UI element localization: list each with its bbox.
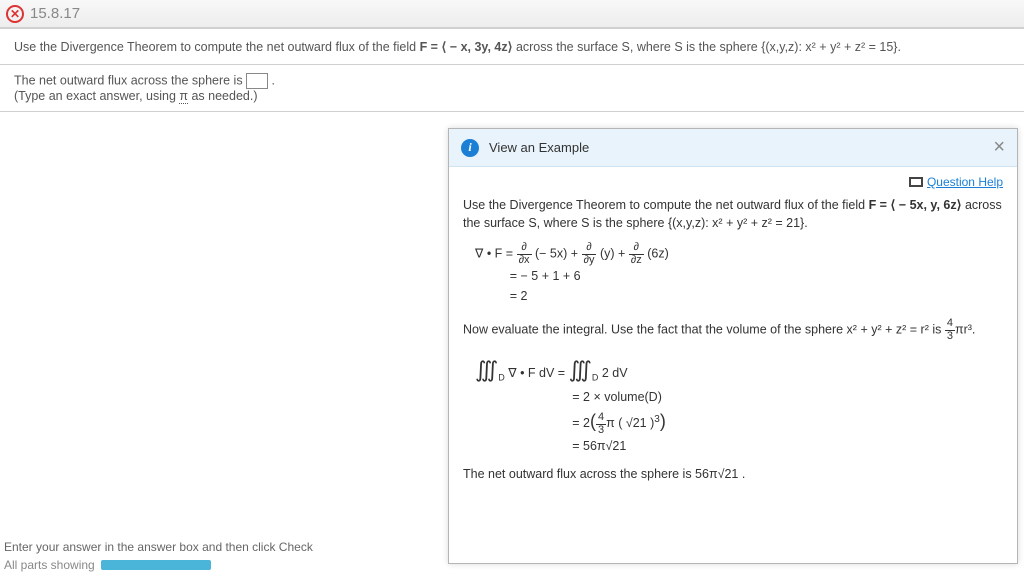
d-dz: ∂∂z	[629, 242, 644, 266]
four-thirds: 43	[945, 318, 955, 342]
section-number: 15.8.17	[30, 5, 80, 22]
popup-header: i View an Example ×	[449, 129, 1017, 167]
response-block: The net outward flux across the sphere i…	[0, 65, 1024, 112]
popup-title: View an Example	[489, 140, 589, 155]
four-thirds2: 43	[596, 412, 606, 436]
integral-lhs: ∇ • F dV =	[508, 366, 568, 380]
integral-rhs: 2 dV	[602, 366, 628, 380]
divergence-computation: ∇ • F = ∂∂x (− 5x) + ∂∂y (y) + ∂∂z (6z) …	[463, 238, 1003, 310]
div-simp1: = − 5 + 1 + 6	[510, 269, 581, 283]
int-step1: = 2 × volume(D)	[572, 390, 662, 404]
question-text-block: Use the Divergence Theorem to compute th…	[0, 28, 1024, 65]
popup-body: Question Help Use the Divergence Theorem…	[449, 167, 1017, 504]
question-suffix: .	[897, 40, 900, 54]
int-step2b: π ( √21 )	[606, 416, 654, 430]
format-hint-before: (Type an exact answer, using	[14, 89, 179, 103]
div-rhs2: (y) +	[600, 246, 629, 260]
d-dx: ∂∂x	[517, 242, 532, 266]
int-result: = 56π√21	[572, 439, 626, 453]
triple-integral-icon: ∭	[475, 357, 498, 382]
example-conclusion: The net outward flux across the sphere i…	[463, 466, 1003, 484]
div-simp2: = 2	[510, 289, 528, 303]
response-sentence-before: The net outward flux across the sphere i…	[14, 73, 246, 87]
question-help-row: Question Help	[463, 175, 1003, 189]
example-question: Use the Divergence Theorem to compute th…	[463, 197, 1003, 232]
question-field-expr: F = ⟨ − x, 3y, 4z⟩	[420, 40, 513, 54]
question-middle: across the surface S, where S is the sph…	[512, 40, 761, 54]
list-icon	[909, 177, 923, 187]
format-hint-pi: π	[179, 89, 188, 104]
close-icon[interactable]: ✕	[6, 5, 24, 23]
question-help-link[interactable]: Question Help	[927, 175, 1003, 189]
triple-integral-icon: ∭	[569, 357, 592, 382]
int-step2a: = 2	[572, 416, 590, 430]
div-rhs3: (6z)	[647, 246, 669, 260]
all-parts-label: All parts showing	[4, 558, 95, 572]
ex-q-prefix: Use the Divergence Theorem to compute th…	[463, 198, 869, 212]
integral-computation: ∭D ∇ • F dV = ∭D 2 dV = 2 × volume(D) = …	[463, 348, 1003, 460]
vol-sentence-a: Now evaluate the integral. Use the fact …	[463, 322, 945, 336]
close-icon[interactable]: ×	[993, 136, 1005, 159]
info-icon: i	[461, 139, 479, 157]
progress-bar	[101, 560, 211, 570]
div-rhs1: (− 5x) +	[535, 246, 582, 260]
parts-showing-row: All parts showing	[0, 558, 211, 572]
format-hint: (Type an exact answer, using π as needed…	[14, 89, 258, 104]
ex-sphere: {(x,y,z): x² + y² + z² = 21}	[668, 216, 804, 230]
question-text: Use the Divergence Theorem to compute th…	[14, 40, 901, 54]
question-sphere-expr: {(x,y,z): x² + y² + z² = 15}	[761, 40, 897, 54]
enter-answer-hint: Enter your answer in the answer box and …	[0, 540, 313, 554]
volume-sentence: Now evaluate the integral. Use the fact …	[463, 318, 1003, 342]
ex-q-suf: .	[804, 216, 807, 230]
conclusion-text: The net outward flux across the sphere i…	[463, 467, 745, 481]
vol-sentence-b: πr³.	[955, 322, 975, 336]
header-bar: ✕ 15.8.17	[0, 0, 1024, 28]
d-dy: ∂∂y	[582, 242, 597, 266]
ex-field: F = ⟨ − 5x, y, 6z⟩	[869, 198, 962, 212]
answer-input[interactable]	[246, 73, 268, 89]
div-lhs: ∇ • F =	[475, 246, 517, 260]
question-prefix: Use the Divergence Theorem to compute th…	[14, 40, 420, 54]
format-hint-after: as needed.)	[188, 89, 258, 103]
example-popup: i View an Example × Question Help Use th…	[448, 128, 1018, 564]
response-sentence-after: .	[272, 73, 275, 87]
